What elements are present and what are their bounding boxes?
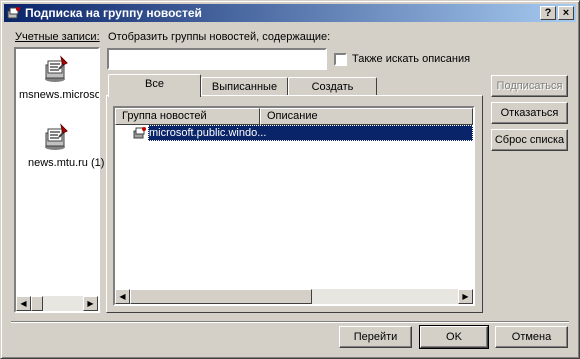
reset-list-button[interactable]: Сброс списка	[491, 129, 568, 151]
window-title: Подписка на группу новостей	[25, 6, 202, 20]
list-hscrollbar[interactable]: ◀ ▶	[115, 289, 473, 304]
account-label-mtu: news.mtu.ru (1)	[28, 157, 105, 169]
search-descriptions-checkbox[interactable]	[334, 53, 347, 66]
tab-subscribed[interactable]: Выписанные	[201, 77, 288, 96]
column-header-description[interactable]: Описание	[260, 108, 473, 125]
scroll-left-icon[interactable]: ◀	[115, 289, 130, 304]
tab-all[interactable]: Все	[108, 74, 201, 97]
news-server-icon	[45, 55, 68, 82]
news-server-icon	[45, 123, 68, 150]
scroll-right-icon[interactable]: ▶	[83, 296, 98, 311]
filter-label: Отобразить группы новостей, содержащие:	[108, 31, 331, 43]
separator	[11, 321, 569, 323]
scroll-thumb[interactable]	[130, 289, 312, 304]
accounts-hscrollbar[interactable]: ◀ ▶	[16, 296, 98, 311]
scroll-thumb[interactable]	[31, 296, 43, 311]
search-descriptions-label: Также искать описания	[352, 53, 471, 65]
accounts-list[interactable]: msnews.microsoft. news.mtu.ru (1) ◀ ▶	[14, 47, 105, 313]
scroll-right-icon[interactable]: ▶	[458, 289, 473, 304]
accounts-label: Учетные записи:	[15, 31, 100, 43]
newsgroup-app-icon	[7, 7, 20, 19]
account-item-msnews[interactable]: msnews.microsoft.	[16, 53, 99, 101]
unsubscribe-button[interactable]: Отказаться	[491, 102, 568, 124]
table-row[interactable]: microsoft.public.windo...	[115, 125, 473, 141]
account-label-msnews: msnews.microsoft.	[19, 89, 99, 101]
newsgroup-name: microsoft.public.windo...	[148, 125, 473, 141]
cancel-button[interactable]: Отмена	[495, 326, 568, 348]
account-item-mtu[interactable]: news.mtu.ru (1)	[16, 121, 105, 169]
dialog-window: Подписка на группу новостей ? × Учетные …	[0, 0, 580, 359]
newsgroup-icon	[133, 127, 146, 139]
newsgroup-list[interactable]: Группа новостей Описание microsoft.publi…	[113, 106, 475, 306]
tab-new[interactable]: Создать	[288, 77, 377, 96]
goto-button[interactable]: Перейти	[339, 326, 412, 348]
filter-input[interactable]	[107, 48, 327, 70]
scroll-left-icon[interactable]: ◀	[16, 296, 31, 311]
ok-button[interactable]: OK	[419, 325, 489, 349]
title-bar[interactable]: Подписка на группу новостей ? ×	[4, 4, 576, 22]
subscribe-button[interactable]: Подписаться	[491, 75, 568, 97]
column-header-group[interactable]: Группа новостей	[115, 108, 260, 125]
close-button[interactable]: ×	[558, 6, 574, 20]
help-button[interactable]: ?	[540, 6, 556, 20]
tab-panel: Группа новостей Описание microsoft.publi…	[106, 95, 483, 313]
